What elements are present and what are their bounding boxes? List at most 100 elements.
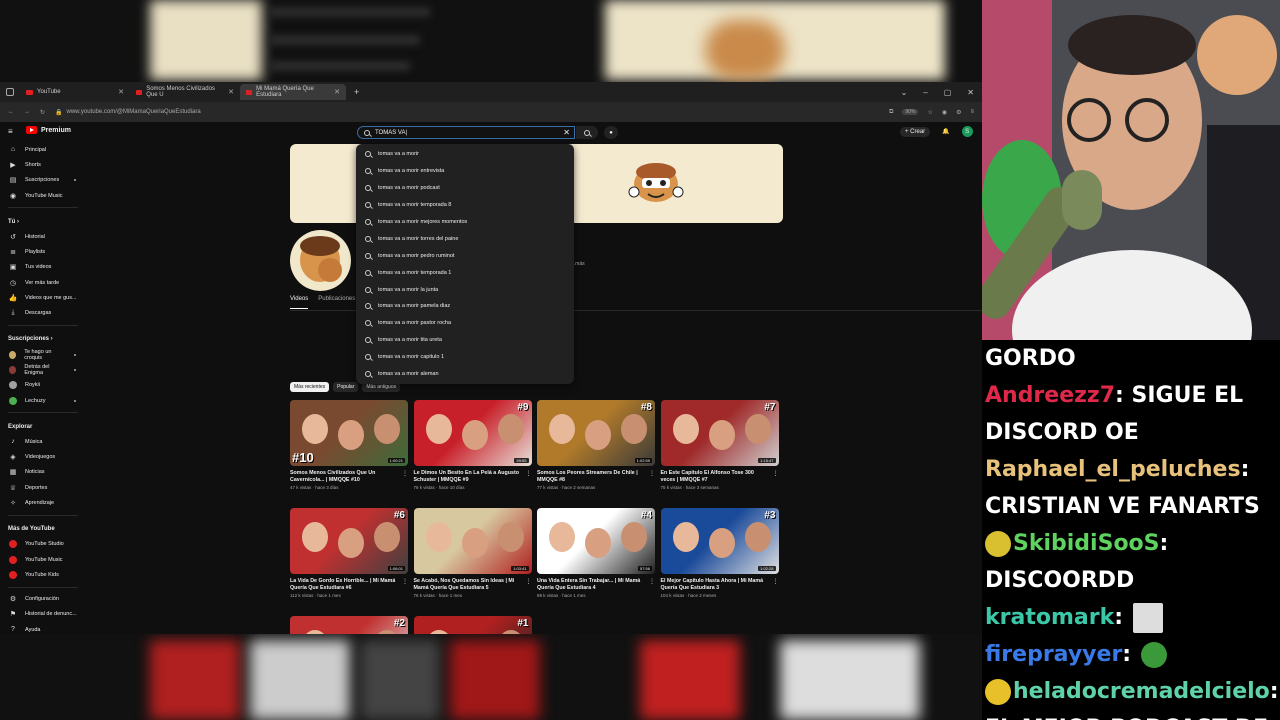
chat-username[interactable]: Andreezz7 xyxy=(985,383,1115,408)
video-title[interactable]: El Mejor Capitulo Hasta Ahora | Mi Mamá … xyxy=(661,578,769,592)
chat-username[interactable]: fireprayyer xyxy=(985,642,1122,667)
sidebar-item[interactable]: ♪ Música xyxy=(0,434,90,449)
sidebar-item[interactable]: 👍 Videos que me gus... xyxy=(0,290,90,305)
sort-chip[interactable]: Popular xyxy=(333,382,359,392)
search-suggestion[interactable]: tomas va a morir podcast xyxy=(356,180,574,197)
video-thumbnail[interactable]: #4 57:56 xyxy=(537,508,655,574)
sidebar-item[interactable]: ◉ YouTube Music xyxy=(0,188,90,203)
channel-avatar[interactable] xyxy=(290,230,351,291)
sidebar-item[interactable]: ⚙ Configuración xyxy=(0,592,90,607)
mic-icon[interactable]: ● xyxy=(604,126,618,139)
maximize-button[interactable]: ▢ xyxy=(944,88,952,97)
sidebar-item[interactable]: Detrás del Enigma xyxy=(0,362,90,377)
tab-publicaciones[interactable]: Publicaciones xyxy=(318,296,355,309)
video-thumbnail[interactable]: #1 xyxy=(413,616,532,634)
close-tab-icon[interactable]: ✕ xyxy=(334,88,340,96)
sort-chip[interactable]: Más recientes xyxy=(290,382,330,392)
sidebar-item[interactable]: YouTube Studio xyxy=(0,537,90,552)
sidebar-item[interactable]: YouTube Kids xyxy=(0,567,90,582)
video-thumbnail[interactable]: #2 xyxy=(290,616,408,634)
video-card[interactable]: #2 xyxy=(290,616,408,634)
sidebar-item[interactable]: ↺ Historial xyxy=(0,229,90,244)
sidebar-item[interactable]: YouTube Music xyxy=(0,552,90,567)
tab-videos[interactable]: Videos xyxy=(290,296,309,309)
search-suggestion[interactable]: tomas va a morir pastor rocha xyxy=(356,315,574,332)
sidebar-item[interactable]: ⚑ Historial de denunc... xyxy=(0,607,90,622)
video-thumbnail[interactable]: 1:03:41 xyxy=(413,508,532,574)
sidebar-item[interactable]: ▣ Tus videos xyxy=(0,260,90,275)
search-suggestion[interactable]: tomas va a morir pamela diaz xyxy=(356,298,574,315)
reload-icon[interactable]: ↻ xyxy=(40,109,45,116)
sidebar-item[interactable]: ✧ Aprendizaje xyxy=(0,495,90,510)
chat-username[interactable]: kratomark xyxy=(985,605,1114,630)
video-thumbnail[interactable]: #6 1:06:01 xyxy=(290,508,408,574)
avatar[interactable]: S xyxy=(961,126,973,137)
more-actions-icon[interactable]: ⋮ xyxy=(526,470,532,477)
video-title[interactable]: Somos Menos Civilizados Que Un Caverníco… xyxy=(290,470,398,484)
tab-list-icon[interactable]: ⌄ xyxy=(901,88,908,97)
video-title[interactable]: Se Acabó, Nos Quedamos Sin Ideas | Mi Ma… xyxy=(414,578,522,592)
video-thumbnail[interactable]: #8 1:02:59 xyxy=(537,400,655,466)
youtube-logo[interactable]: Premium xyxy=(26,126,71,134)
search-suggestion[interactable]: tomas va a morir mejores momentos xyxy=(356,214,574,231)
sidebar-item[interactable]: ⌂ Principal xyxy=(0,142,90,157)
clear-search-icon[interactable]: ✕ xyxy=(563,128,570,137)
sidebar-item[interactable]: ⤓ Descargas xyxy=(0,306,90,321)
search-suggestion[interactable]: tomas va a morir torres del paine xyxy=(356,230,574,247)
video-card[interactable]: #10 1:00:21 Somos Menos Civilizados Que Un… xyxy=(290,400,408,490)
close-tab-icon[interactable]: ✕ xyxy=(118,88,124,96)
sidebar-item[interactable]: ♕ Deportes xyxy=(0,480,90,495)
search-button[interactable] xyxy=(576,126,598,139)
more-actions-icon[interactable]: ⋮ xyxy=(526,578,532,585)
video-card[interactable]: 1:03:41 Se Acabó, Nos Quedamos Sin Ideas … xyxy=(413,508,532,598)
section-you[interactable]: Tú › xyxy=(0,214,90,229)
hamburger-icon[interactable]: ≡ xyxy=(8,127,13,136)
profile-icon[interactable]: ◉ xyxy=(942,109,947,116)
translate-icon[interactable]: ⧉ xyxy=(889,109,893,116)
video-thumbnail[interactable]: #10 1:00:21 xyxy=(290,400,408,466)
sidebar-item[interactable]: ? Ayuda xyxy=(0,622,90,634)
search-suggestion[interactable]: tomas va a morir temporada 1 xyxy=(356,264,574,281)
video-thumbnail[interactable]: #7 1:15:47 xyxy=(660,400,779,466)
search-suggestion[interactable]: tomas va a morir entrevista xyxy=(356,163,574,180)
close-tab-icon[interactable]: ✕ xyxy=(228,88,234,96)
new-tab-button[interactable]: + xyxy=(346,87,367,97)
more-actions-icon[interactable]: ⋮ xyxy=(402,578,408,585)
minimize-button[interactable]: – xyxy=(923,88,927,97)
video-title[interactable]: Le Dimos Un Besito En La Pelá a Augusto … xyxy=(414,470,522,484)
search-suggestion[interactable]: tomas va a morir xyxy=(356,146,574,163)
search-suggestion[interactable]: tomas va a morir capitulo 1 xyxy=(356,349,574,366)
video-title[interactable]: Una Vida Entera Sin Trabajar... | Mi Mam… xyxy=(537,578,645,592)
chat-username[interactable]: SkibidiSooS xyxy=(1013,531,1160,556)
sidebar-item[interactable]: Lechuzy xyxy=(0,393,90,408)
sidebar-item[interactable]: ▶ Shorts xyxy=(0,157,90,172)
search-suggestion[interactable]: tomas va a morir la junta xyxy=(356,281,574,298)
more-actions-icon[interactable]: ⋮ xyxy=(773,470,779,477)
back-icon[interactable]: ← xyxy=(8,109,14,115)
search-suggestion[interactable]: tomas va a morir temporada 8 xyxy=(356,197,574,214)
bell-icon[interactable]: 🔔 xyxy=(942,128,949,135)
section-subscriptions[interactable]: Suscripciones › xyxy=(0,332,90,347)
video-card[interactable]: #1 xyxy=(413,616,532,634)
search-suggestion[interactable]: tomas va a morir pedro ruminot xyxy=(356,247,574,264)
video-card[interactable]: #6 1:06:01 La Vida De Gordo Es Horrible...… xyxy=(290,508,408,598)
sidebar-item[interactable]: Roykii xyxy=(0,378,90,393)
video-thumbnail[interactable]: #9 59:55 xyxy=(413,400,532,466)
video-card[interactable]: #7 1:15:47 En Este Capitulo El Alfonso Tos… xyxy=(660,400,779,490)
chat-username[interactable]: heladocremadelcielo xyxy=(1013,679,1270,704)
video-card[interactable]: #3 1:02:28 El Mejor Capitulo Hasta Ahora |… xyxy=(660,508,779,598)
sidebar-item[interactable]: ◈ Videojuegos xyxy=(0,449,90,464)
sidebar-item[interactable]: ≣ Playlists xyxy=(0,244,90,259)
sidebar-item[interactable]: ▤ Suscripciones xyxy=(0,173,90,188)
search-suggestion[interactable]: tomas va a morir aleman xyxy=(356,366,574,383)
video-title[interactable]: Somos Los Peores Streamers De Chile | MM… xyxy=(537,470,645,484)
video-title[interactable]: La Vida De Gordo Es Horrible... | Mi Mam… xyxy=(290,578,398,592)
more-actions-icon[interactable]: ⋮ xyxy=(649,470,655,477)
browser-tab[interactable]: YouTube ✕ xyxy=(20,84,130,100)
close-window-button[interactable]: ✕ xyxy=(967,88,974,97)
extensions-icon[interactable]: ⚙ xyxy=(956,109,961,116)
zoom-level[interactable]: 90% xyxy=(902,109,919,115)
video-title[interactable]: En Este Capitulo El Alfonso Tose 300 vec… xyxy=(661,470,769,484)
chat-username[interactable]: Raphael_el_peluches xyxy=(985,457,1241,482)
video-card[interactable]: #4 57:56 Una Vida Entera Sin Trabajar... |… xyxy=(537,508,655,598)
